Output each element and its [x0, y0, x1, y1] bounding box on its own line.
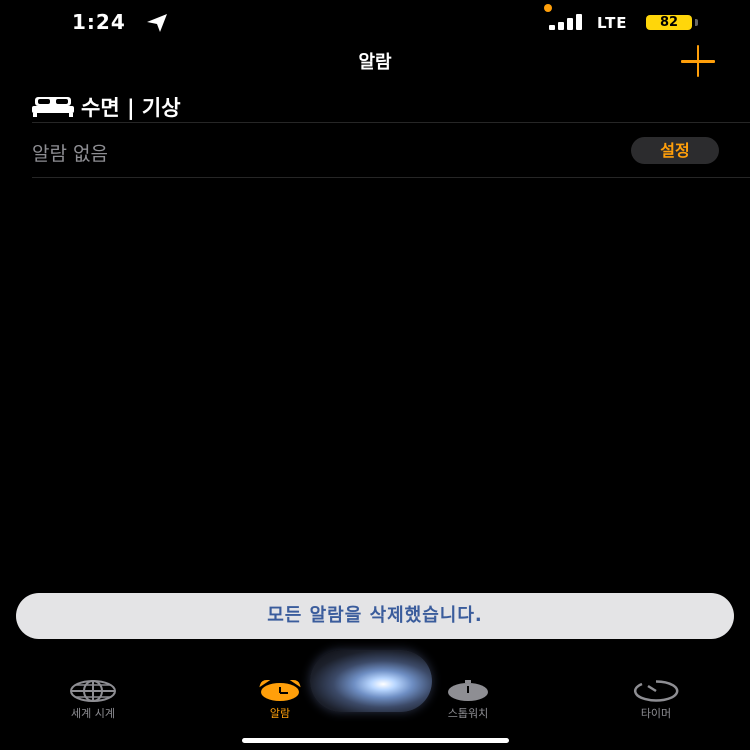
tab-label: 스톱워치 — [447, 707, 489, 720]
siri-orb[interactable] — [310, 650, 432, 712]
stopwatch-icon — [448, 680, 488, 701]
divider — [32, 177, 750, 178]
page-title: 알람 — [358, 52, 392, 73]
home-indicator[interactable] — [242, 738, 509, 743]
siri-response-banner: 모든 알람을 삭제했습니다. — [16, 593, 734, 639]
cellular-signal-icon — [549, 14, 582, 30]
bed-icon — [32, 97, 74, 117]
privacy-indicator-dot — [544, 4, 552, 12]
tab-world-clock[interactable]: 세계 시계 — [33, 680, 153, 721]
tab-label: 세계 시계 — [71, 707, 115, 720]
sleep-wake-section-title: 수면 | 기상 — [81, 96, 181, 120]
timer-icon — [633, 680, 679, 702]
divider — [32, 122, 750, 123]
alarm-clock-icon — [259, 680, 301, 701]
battery-icon: 82 — [646, 15, 692, 30]
battery-cap — [695, 19, 698, 26]
tab-timer[interactable]: 타이머 — [596, 680, 716, 721]
tab-label: 알람 — [269, 707, 291, 720]
status-time: 1:24 — [72, 10, 126, 34]
no-alarm-label: 알람 없음 — [32, 143, 108, 165]
battery-level: 82 — [659, 15, 679, 30]
location-arrow-icon — [147, 14, 167, 32]
network-type: LTE — [597, 14, 628, 32]
setup-button[interactable]: 설정 — [631, 137, 719, 164]
globe-icon — [70, 680, 116, 702]
add-alarm-button[interactable] — [678, 44, 718, 78]
status-bar: 1:24 LTE 82 — [0, 0, 750, 44]
tab-label: 타이머 — [640, 707, 672, 720]
